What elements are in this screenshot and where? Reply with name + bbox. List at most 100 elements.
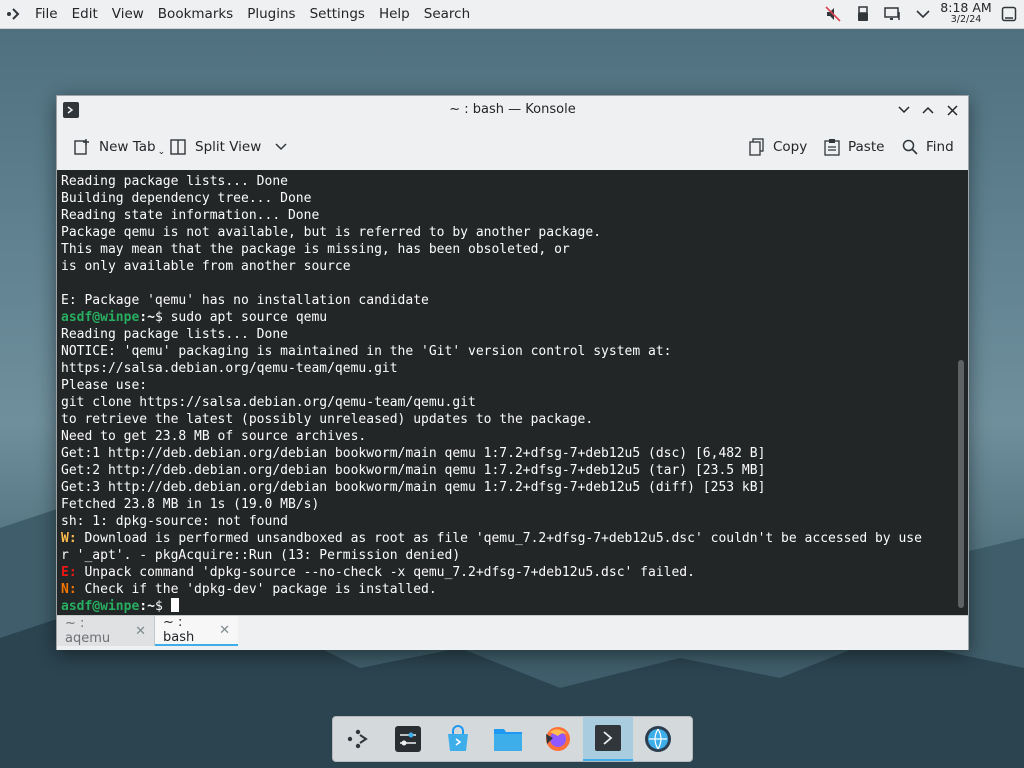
line-text: sh: 1: dpkg-source: not found (61, 514, 288, 529)
system-settings-icon[interactable] (383, 717, 433, 761)
app-launcher-icon[interactable] (0, 0, 28, 28)
firefox-icon[interactable] (533, 717, 583, 761)
text-cursor (170, 598, 179, 612)
paste-icon (824, 139, 840, 156)
line-text: This may mean that the package is missin… (61, 242, 570, 257)
line-text: Get:1 http://deb.debian.org/debian bookw… (61, 446, 766, 461)
terminal-scrollbar[interactable] (958, 360, 964, 608)
terminal-line: r '_apt'. - pkgAcquire::Run (13: Permiss… (61, 548, 460, 563)
konsole-taskbar-icon[interactable] (583, 717, 633, 761)
line-text: Fetched 23.8 MB in 1s (19.0 MB/s) (61, 497, 320, 512)
message-tag: N: (61, 582, 77, 597)
network-globe-icon[interactable] (633, 717, 683, 761)
terminal-line: git clone https://salsa.debian.org/qemu-… (61, 395, 476, 410)
line-text: Package qemu is not available, but is re… (61, 225, 602, 240)
line-text: https://salsa.debian.org/qemu-team/qemu.… (61, 361, 398, 376)
tab-aqemu[interactable]: ~ : aqemu ✕ (57, 616, 155, 646)
line-text: E: Package 'qemu' has no installation ca… (61, 293, 429, 308)
terminal-line: Please use: (61, 378, 147, 393)
prompt-path: :~ (139, 310, 155, 325)
line-text: Get:2 http://deb.debian.org/debian bookw… (61, 463, 766, 478)
menu-search[interactable]: Search (417, 0, 477, 28)
line-text: Download is performed unsandboxed as roo… (76, 531, 922, 546)
clock-time: 8:18 AM (940, 0, 992, 15)
menu-plugins[interactable]: Plugins (240, 0, 302, 28)
volume-muted-icon[interactable] (818, 0, 848, 28)
prompt-user: asdf@winpe (61, 310, 140, 325)
close-tab-icon[interactable]: ✕ (135, 624, 146, 639)
chevron-down-icon[interactable] (908, 0, 938, 28)
line-text: Reading state information... Done (61, 208, 320, 223)
clock[interactable]: 8:18 AM 3/2/24 (938, 0, 994, 26)
paste-button[interactable]: Paste (824, 134, 884, 160)
terminal-line: W: Download is performed unsandboxed as … (61, 531, 922, 546)
prompt-path: :~ (139, 599, 155, 614)
terminal-line: Fetched 23.8 MB in 1s (19.0 MB/s) (61, 497, 319, 512)
terminal-line: Reading package lists... Done (61, 327, 288, 342)
terminal-view[interactable]: Reading package lists... Done Building d… (57, 170, 968, 615)
message-tag: W: (61, 531, 77, 546)
terminal-line: Need to get 23.8 MB of source archives. (61, 429, 366, 444)
maximize-button[interactable] (916, 96, 940, 124)
terminal-line: NOTICE: 'qemu' packaging is maintained i… (61, 344, 671, 359)
new-tab-label: New Tab (99, 139, 156, 155)
terminal-line: asdf@winpe:~$ sudo apt source qemu (61, 310, 327, 325)
terminal-line: sh: 1: dpkg-source: not found (61, 514, 288, 529)
terminal-line: This may mean that the package is missin… (61, 242, 570, 257)
minimize-button[interactable] (892, 96, 916, 124)
line-text: Need to get 23.8 MB of source archives. (61, 429, 367, 444)
menu-bookmarks[interactable]: Bookmarks (151, 0, 240, 28)
new-tab-icon (74, 139, 89, 155)
new-tab-button[interactable]: New Tab ⌄ (73, 134, 165, 160)
tab-bash[interactable]: ~ : bash ✕ (155, 615, 238, 646)
terminal-line: is only available from another source (61, 259, 351, 274)
top-panel: File Edit View Bookmarks Plugins Setting… (0, 0, 1024, 29)
menu-view[interactable]: View (105, 0, 151, 28)
line-text: NOTICE: 'qemu' packaging is maintained i… (61, 344, 672, 359)
find-label: Find (926, 139, 954, 155)
menu-file[interactable]: File (28, 0, 65, 28)
new-tab-dropdown-icon[interactable]: ⌄ (158, 147, 166, 157)
search-icon (902, 139, 918, 155)
taskbar-launcher-icon[interactable] (333, 717, 383, 761)
line-text: Please use: (61, 378, 148, 393)
menu-edit[interactable]: Edit (65, 0, 105, 28)
line-text: to retrieve the latest (possibly unrelea… (61, 412, 594, 427)
line-text: Building dependency tree... Done (61, 191, 312, 206)
terminal-line: asdf@winpe:~$ (61, 598, 179, 614)
tab-label: ~ : aqemu (65, 616, 111, 646)
menu-settings[interactable]: Settings (303, 0, 372, 28)
terminal-line: https://salsa.debian.org/qemu-team/qemu.… (61, 361, 398, 376)
terminal-line: to retrieve the latest (possibly unrelea… (61, 412, 593, 427)
find-button[interactable]: Find (902, 134, 954, 160)
split-view-button[interactable]: Split View (169, 134, 287, 160)
split-view-label: Split View (195, 139, 262, 155)
network-icon[interactable] (878, 0, 908, 28)
file-manager-icon[interactable] (483, 717, 533, 761)
message-tag: E: (61, 565, 77, 580)
show-desktop-icon[interactable] (994, 0, 1024, 28)
copy-button[interactable]: Copy (749, 134, 807, 160)
line-text: $ (154, 599, 171, 614)
tab-bar: ~ : aqemu ✕ ~ : bash ✕ (57, 615, 968, 650)
line-text: Unpack command 'dpkg-source --no-check -… (76, 565, 695, 580)
close-tab-icon[interactable]: ✕ (219, 623, 230, 638)
terminal-line: Building dependency tree... Done (61, 191, 311, 206)
usb-device-icon[interactable] (848, 0, 878, 28)
line-text: Check if the 'dpkg-dev' package is insta… (76, 582, 437, 597)
line-text: is only available from another source (61, 259, 351, 274)
menu-help[interactable]: Help (372, 0, 417, 28)
terminal-line: E: Package 'qemu' has no installation ca… (61, 293, 429, 308)
discover-store-icon[interactable] (433, 717, 483, 761)
split-view-icon (170, 139, 186, 155)
close-button[interactable] (940, 96, 964, 124)
paste-label: Paste (848, 139, 885, 155)
line-text: Reading package lists... Done (61, 174, 288, 189)
konsole-window: ~ : bash — Konsole New Tab ⌄ Split View (56, 95, 969, 650)
line-text: $ sudo apt source qemu (154, 310, 328, 325)
terminal-line: Reading state information... Done (61, 208, 319, 223)
chevron-down-icon[interactable] (275, 143, 287, 151)
title-bar[interactable]: ~ : bash — Konsole (57, 96, 968, 124)
tab-label: ~ : bash (163, 615, 195, 645)
global-menu: File Edit View Bookmarks Plugins Setting… (28, 0, 477, 28)
